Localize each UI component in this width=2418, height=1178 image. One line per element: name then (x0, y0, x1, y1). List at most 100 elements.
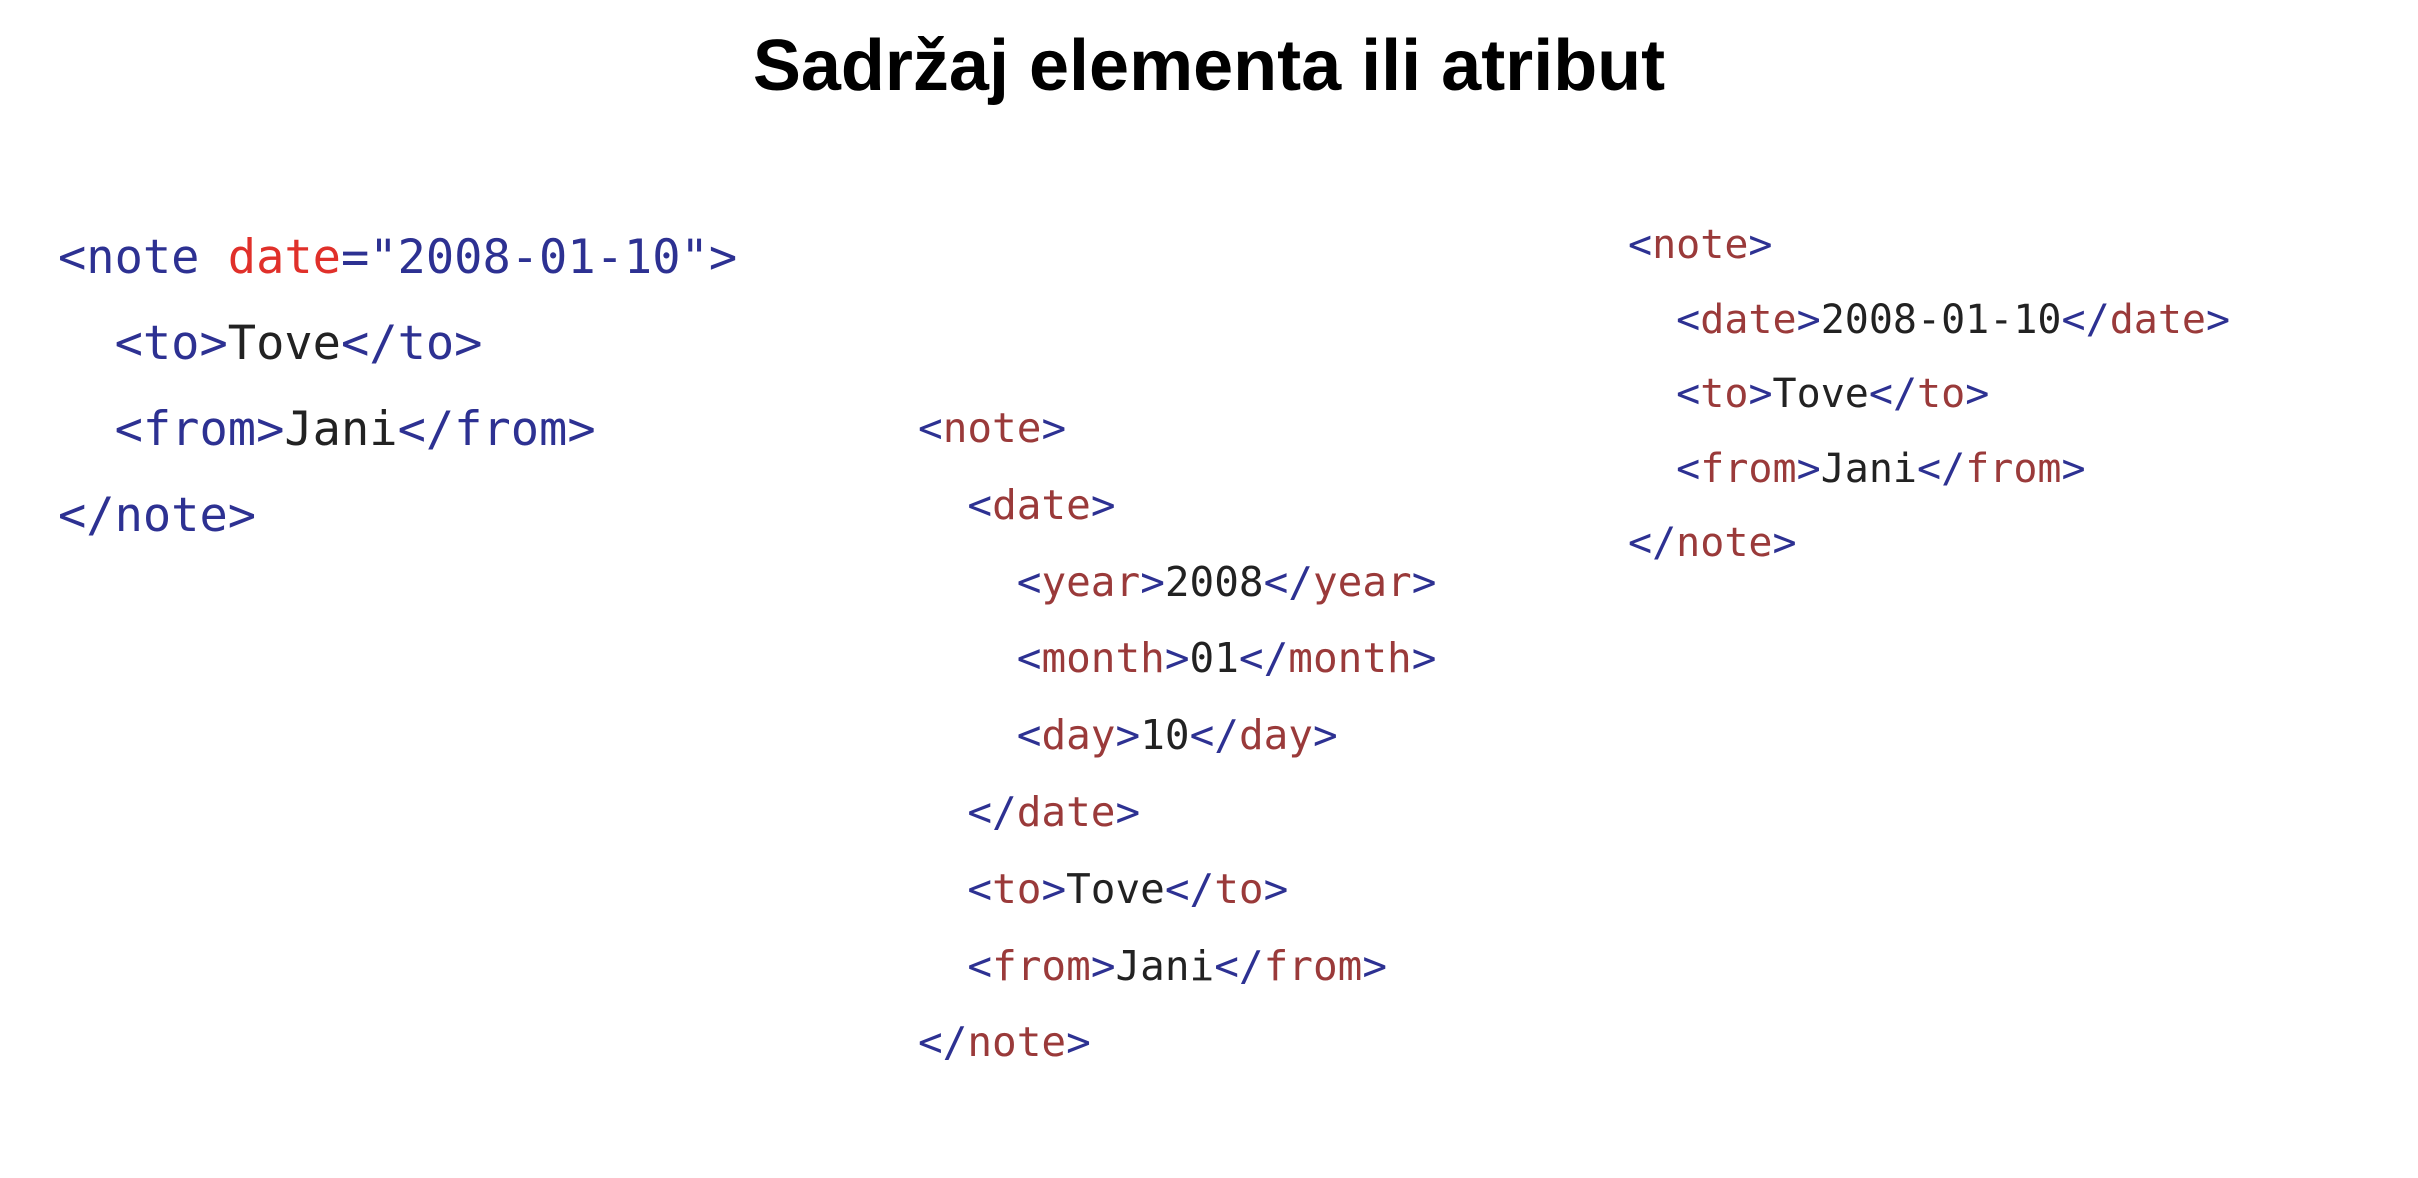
code-token-tag: to (397, 316, 455, 371)
code-token-tag-name: to (1700, 371, 1749, 417)
code-line: <to>Tove</to> (918, 851, 1436, 928)
slide-title: Sadržaj elementa ili atribut (752, 26, 1666, 106)
code-token-text: Jani (1115, 941, 1215, 990)
code-token-tag: from (454, 402, 568, 457)
code-block-element-version: <note> <date>2008-01-10</date> <to>Tove<… (1628, 208, 2230, 581)
code-token-tag: > (1748, 222, 1773, 268)
code-token-text: Jani (1820, 445, 1918, 492)
code-token-tag-name: month (1041, 634, 1165, 683)
code-token-tag: > (1066, 1018, 1091, 1067)
code-token-tag: > (2061, 445, 2086, 492)
code-token-tag-name: from (1965, 445, 2062, 492)
code-token-text: Tove (227, 316, 341, 371)
code-token-tag: > (1115, 787, 1141, 836)
code-token-text: 2008 (1164, 557, 1264, 606)
code-token-tag: < (967, 864, 993, 913)
code-token-tag: > (1796, 445, 1821, 492)
code-token-tag: < (1676, 371, 1701, 417)
code-block-nested-date-version: <note> <date> <year>2008</year> <month>0… (918, 390, 1436, 1081)
code-token-tag-name: day (1041, 711, 1116, 760)
code-token-tag: > (1965, 371, 1990, 417)
code-line: <day>10</day> (918, 697, 1436, 774)
code-line: </date> (918, 774, 1436, 851)
code-token-tag: > (1313, 711, 1338, 760)
code-line: <year>2008</year> (918, 544, 1437, 621)
code-token-tag: > (1411, 557, 1437, 606)
code-token-tag: > (1748, 371, 1773, 417)
code-token-tag: > (1411, 634, 1437, 683)
code-line: <month>01</month> (918, 620, 1437, 697)
code-token-text: 10 (1140, 711, 1190, 760)
code-token-tag: </ (58, 488, 115, 543)
code-token-text: Tove (1066, 864, 1165, 913)
code-token-tag: < (967, 480, 993, 529)
code-token-tag: < (1676, 296, 1701, 343)
code-token-text: 2008-01-10 (1820, 296, 2062, 343)
code-token-tag-name: year (1313, 557, 1412, 606)
code-token-tag: > (1362, 941, 1388, 990)
code-token-tag: from (142, 402, 257, 457)
code-token-tag: > (227, 488, 257, 543)
code-line: </note> (58, 473, 737, 559)
code-line: <from>Jani</from> (58, 387, 737, 473)
code-token-tag: > (567, 402, 596, 457)
code-token-tag: </ (1164, 864, 1215, 913)
code-token-tag: </ (1214, 941, 1264, 990)
code-token-tag: > (1263, 864, 1289, 913)
code-token-tag-name: note (967, 1018, 1067, 1067)
code-token-tag: < (918, 404, 943, 452)
code-token-tag: to (142, 316, 200, 371)
code-line: <note> (918, 390, 1436, 467)
code-line: <to>Tove</to> (58, 301, 737, 387)
code-token-tag: > (1090, 941, 1116, 990)
code-token-tag: > (1041, 864, 1067, 913)
code-token-tag-name: to (992, 864, 1042, 913)
code-token-tag-name: day (1238, 711, 1313, 760)
code-token-tag-name: to (1214, 864, 1264, 913)
code-token-tag: > (1041, 404, 1067, 452)
code-token-tag: < (1016, 557, 1042, 606)
code-line: <from>Jani</from> (1628, 432, 2230, 507)
code-line: <to>Tove</to> (1628, 357, 2230, 432)
code-token-tag: note (114, 488, 228, 543)
code-token-tag-name: month (1288, 634, 1412, 683)
code-token-tag-name: from (1700, 445, 1797, 492)
code-token-tag-name: date (1016, 787, 1116, 836)
code-token-tag-name: note (1652, 222, 1749, 268)
code-token-tag: > (454, 316, 483, 371)
code-token-tag: > (1796, 296, 1821, 343)
code-token-tag: < (1016, 634, 1042, 683)
code-token-tag: > (2206, 296, 2231, 343)
code-line: <date> (918, 467, 1436, 544)
code-line: </note> (1628, 506, 2230, 581)
code-token-tag: </ (1868, 371, 1918, 417)
code-token-tag-name: note (1676, 520, 1773, 566)
code-token-tag-name: from (992, 941, 1091, 990)
code-token-tag: </ (1238, 634, 1289, 683)
code-token-tag: </ (1263, 557, 1313, 606)
code-token-tag-name: date (2109, 296, 2207, 343)
code-token-text: Jani (284, 402, 398, 457)
code-token-tag: < (1628, 222, 1653, 268)
code-token-attribute-value: ="2008-01-10"> (340, 230, 738, 285)
code-token-tag: </ (967, 787, 1017, 836)
code-token-tag: </ (397, 402, 455, 457)
code-token-tag: < (114, 402, 143, 457)
code-token-tag: </ (1917, 445, 1966, 492)
code-token-text: Tove (1772, 371, 1869, 417)
code-token-tag: > (256, 402, 285, 457)
code-token-tag: > (1164, 634, 1190, 683)
code-token-tag: </ (918, 1018, 968, 1067)
code-line: </note> (918, 1004, 1436, 1081)
code-token-tag: < (114, 316, 143, 371)
